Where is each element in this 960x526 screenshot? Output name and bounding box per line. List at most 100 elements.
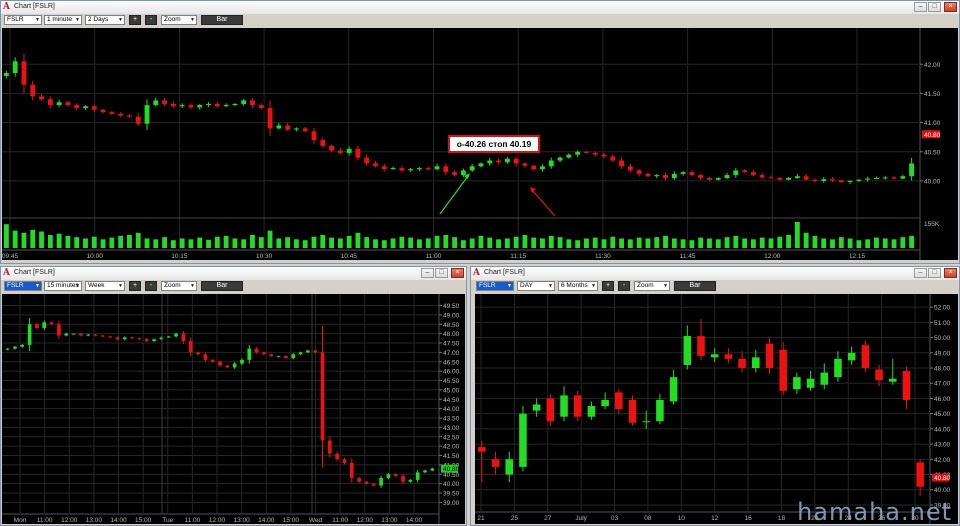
candle-body	[285, 125, 291, 130]
chevron-down-icon[interactable]: ▼	[118, 16, 123, 24]
volume-bar	[302, 240, 308, 248]
volume-bar	[865, 239, 871, 248]
interval-select[interactable]: 1 minute ▼	[44, 15, 82, 25]
bar-type-button[interactable]: Bar	[201, 281, 243, 291]
x-tick-label: 10:15	[171, 253, 188, 260]
title-bar[interactable]: A Chart [FSLR] – □ ×	[471, 267, 959, 281]
y-tick-label: 46.00	[443, 369, 460, 376]
interval-select[interactable]: DAY ▼	[517, 281, 555, 291]
candle-body	[135, 116, 141, 124]
candle-body	[505, 459, 514, 475]
interval-select[interactable]: 15 minutes ▼	[44, 281, 82, 291]
range-select[interactable]: Week ▼	[85, 281, 125, 291]
zoom-in-button[interactable]: +	[602, 281, 614, 291]
volume-bar	[856, 240, 862, 248]
volume-bar	[557, 237, 563, 248]
candle-body	[241, 100, 247, 104]
y-tick-label: 41.50	[443, 453, 460, 460]
volume-bar	[909, 235, 915, 248]
y-tick-label: 49.00	[934, 350, 951, 357]
chevron-down-icon[interactable]: ▼	[35, 16, 40, 24]
chevron-down-icon[interactable]: ▼	[118, 282, 123, 290]
volume-bar	[786, 235, 791, 248]
volume-bar	[452, 237, 458, 248]
chevron-down-icon[interactable]: ▼	[75, 282, 80, 290]
volume-bar	[504, 238, 510, 248]
x-tick-label: 13:00	[233, 517, 250, 524]
range-select[interactable]: 6 Months ▼	[558, 281, 598, 291]
candle-body	[342, 459, 347, 463]
zoom-in-button[interactable]: +	[129, 281, 141, 291]
candle-body	[663, 175, 668, 178]
chevron-down-icon[interactable]: ▼	[190, 16, 195, 24]
x-tick-label: 21	[477, 515, 485, 522]
chevron-down-icon[interactable]: ▼	[75, 16, 80, 24]
candle-body	[262, 352, 266, 355]
chevron-down-icon[interactable]: ▼	[507, 282, 512, 290]
candle-body	[875, 369, 883, 381]
zoom-select[interactable]: Zoom ▼	[634, 281, 670, 291]
chevron-down-icon[interactable]: ▼	[663, 282, 668, 290]
chevron-down-icon[interactable]: ▼	[35, 282, 40, 290]
candle-body	[669, 377, 678, 402]
chart-area[interactable]: 42.00 41.50 41.00 40.50 40.00 09:45 10:00 10:15…	[2, 28, 958, 260]
chevron-down-icon[interactable]: ▼	[591, 282, 596, 290]
volume-bar	[135, 232, 141, 248]
bar-type-button[interactable]: Bar	[674, 281, 716, 291]
bar-type-button[interactable]: Bar	[201, 15, 243, 25]
y-tick-label: 46.00	[934, 396, 951, 403]
zoom-out-button[interactable]: -	[145, 281, 157, 291]
y-tick-label: 46.50	[443, 359, 460, 366]
candle-body	[654, 175, 660, 177]
zoom-select[interactable]: Zoom ▼	[161, 281, 197, 291]
volume-bar	[548, 235, 554, 248]
volume-bar	[206, 239, 211, 248]
maximize-icon[interactable]: □	[928, 2, 941, 12]
volume-bar	[241, 239, 247, 248]
y-tick-label: 43.00	[443, 425, 460, 432]
candle-body	[386, 474, 391, 478]
candle-body	[218, 361, 222, 366]
close-icon[interactable]: ×	[944, 268, 957, 278]
chevron-down-icon[interactable]: ▼	[190, 282, 195, 290]
candle-body	[65, 102, 71, 106]
candle-body	[232, 363, 237, 368]
candle-body	[71, 333, 76, 335]
candle-body	[710, 354, 719, 358]
symbol-input[interactable]: FSLR ▼	[4, 281, 42, 291]
range-select[interactable]: 2 Days ▼	[85, 15, 125, 25]
chart-area[interactable]: 52.00 51.00 50.00 49.00 48.00 47.00 46.00 45.00…	[475, 294, 958, 524]
y-tick-label: 49.50	[443, 303, 460, 310]
candle-body	[179, 105, 185, 107]
chart-area[interactable]: 49.50 49.00 48.50 48.00 47.50 47.00 46.50 46.00…	[2, 294, 465, 524]
volume-bar	[838, 237, 844, 248]
title-bar[interactable]: A Chart [FSLR] – □ ×	[1, 267, 466, 281]
zoom-out-button[interactable]: -	[618, 281, 630, 291]
minimize-icon[interactable]: –	[914, 268, 927, 278]
range-value: 6 Months	[561, 282, 588, 289]
volume-bar	[733, 235, 739, 248]
x-tick-label: 12:00	[764, 253, 781, 260]
maximize-icon[interactable]: □	[928, 268, 941, 278]
close-icon[interactable]: ×	[451, 268, 464, 278]
candle-body	[86, 334, 91, 336]
volume-bar	[768, 238, 774, 248]
minimize-icon[interactable]: –	[421, 268, 434, 278]
candle-body	[371, 483, 376, 486]
symbol-input[interactable]: FSLR ▼	[4, 15, 42, 25]
symbol-input[interactable]: FSLR ▼	[476, 281, 514, 291]
chevron-down-icon[interactable]: ▼	[548, 282, 553, 290]
candle-body	[532, 404, 541, 411]
maximize-icon[interactable]: □	[435, 268, 448, 278]
candle-body	[115, 337, 120, 340]
candle-body	[122, 337, 127, 340]
title-bar[interactable]: A Chart [FSLR] – □ ×	[1, 1, 959, 15]
x-tick-label: Mon	[14, 517, 27, 524]
zoom-select[interactable]: Zoom ▼	[161, 15, 197, 25]
volume-bar	[47, 235, 53, 248]
minimize-icon[interactable]: –	[914, 2, 927, 12]
volume-bar	[3, 224, 9, 248]
zoom-out-button[interactable]: -	[145, 15, 157, 25]
zoom-in-button[interactable]: +	[129, 15, 141, 25]
close-icon[interactable]: ×	[944, 2, 957, 12]
